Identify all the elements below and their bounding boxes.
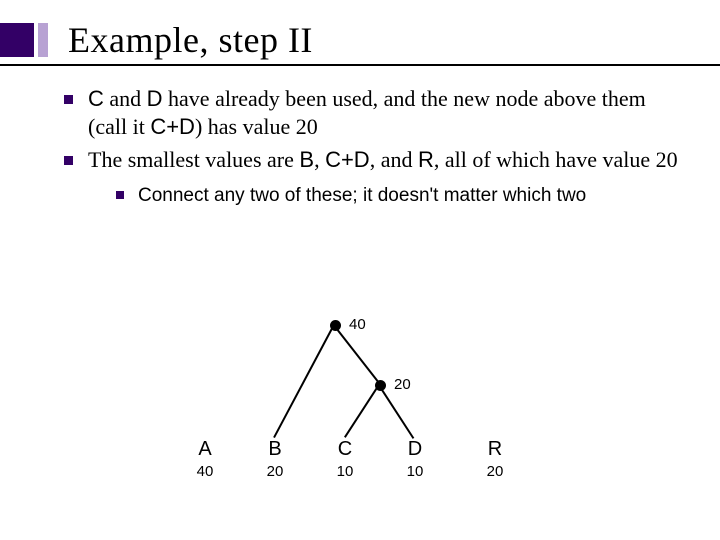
slide-body: C and D have already been used, and the …: [60, 85, 680, 213]
slide-title: Example, step II: [68, 19, 313, 61]
edge-cd-d: [378, 385, 414, 439]
leaf-d-value: 10: [390, 463, 440, 480]
leaf-b-label: B: [250, 438, 300, 461]
leaf-r-value: 20: [470, 463, 520, 480]
node-cd-value: 20: [394, 376, 411, 393]
code-b: B: [299, 147, 314, 172]
leaf-d: D 10: [390, 438, 440, 480]
text: , all of which have value 20: [434, 147, 678, 172]
leaf-a-label: A: [180, 438, 230, 461]
text: ) has value 20: [195, 114, 318, 139]
leaf-c-value: 10: [320, 463, 370, 480]
bullet-2: The smallest values are B, C+D, and R, a…: [60, 146, 680, 207]
title-underline: [0, 64, 720, 66]
code-d: D: [147, 86, 163, 111]
text: and: [104, 86, 147, 111]
leaf-a: A 40: [180, 438, 230, 480]
tree-diagram: A 40 B 20 C 10 D 10 R 20 20 40: [180, 310, 560, 510]
text: , and: [370, 147, 418, 172]
leaf-b-value: 20: [250, 463, 300, 480]
bullet-1: C and D have already been used, and the …: [60, 85, 680, 140]
code-r: R: [418, 147, 434, 172]
sub-bullet-1: Connect any two of these; it doesn't mat…: [88, 184, 680, 208]
leaf-d-label: D: [390, 438, 440, 461]
bullet-list: C and D have already been used, and the …: [60, 85, 680, 207]
code-cd: C+D: [325, 147, 370, 172]
leaf-a-value: 40: [180, 463, 230, 480]
accent-bar-dark: [0, 23, 34, 57]
leaf-b: B 20: [250, 438, 300, 480]
text: The smallest values are: [88, 147, 299, 172]
title-bar: Example, step II: [0, 16, 313, 64]
leaf-c-label: C: [320, 438, 370, 461]
slide: Example, step II C and D have already be…: [0, 0, 720, 540]
code-cd: C+D: [150, 114, 195, 139]
code-c: C: [88, 86, 104, 111]
edge-cd-c: [344, 384, 380, 438]
leaf-c: C 10: [320, 438, 370, 480]
accent-bar-light: [38, 23, 48, 57]
node-bcd-value: 40: [349, 316, 366, 333]
edge-bcd-cd: [333, 325, 380, 384]
sub-bullet-list: Connect any two of these; it doesn't mat…: [88, 184, 680, 208]
edge-bcd-b: [273, 324, 335, 438]
leaf-r-label: R: [470, 438, 520, 461]
text: ,: [314, 147, 325, 172]
leaf-r: R 20: [470, 438, 520, 480]
